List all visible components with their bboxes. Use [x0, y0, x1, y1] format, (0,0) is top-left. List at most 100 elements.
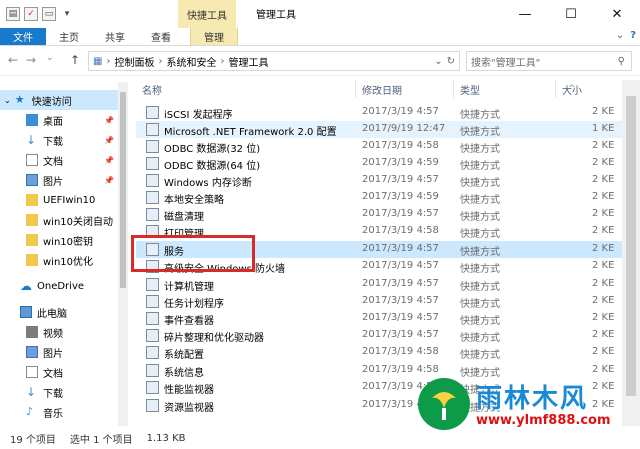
pin-icon[interactable]: 📌 — [104, 156, 114, 165]
tab-manage[interactable]: 管理 — [190, 28, 238, 45]
address-bar[interactable]: ▦ › 控制面板 › 系统和安全 › 管理工具 ⌄ ↻ — [88, 51, 460, 71]
download-icon: ↓ — [26, 385, 37, 399]
minimize-button[interactable]: — — [502, 0, 548, 28]
nav-label: 下载 — [43, 388, 63, 400]
search-input[interactable]: 搜索"管理工具" — [471, 54, 540, 69]
breadcrumb-separator-icon[interactable]: › — [158, 56, 162, 67]
tab-view[interactable]: 查看 — [138, 28, 184, 45]
breadcrumb-admin-tools[interactable]: 管理工具 — [228, 54, 268, 69]
refresh-icon[interactable]: ↻ — [447, 56, 459, 67]
file-size: 2 KE — [592, 260, 615, 271]
nav-item-desktop[interactable]: 桌面 📌 — [0, 110, 128, 130]
nav-item-folder[interactable]: UEFIwin10 — [0, 190, 128, 210]
file-size: 2 KE — [592, 346, 615, 357]
file-row[interactable]: Microsoft .NET Framework 2.0 配置 2017/9/19… — [136, 121, 622, 138]
file-size: 2 KE — [592, 364, 615, 375]
file-row[interactable]: ODBC 数据源(32 位) 2017/3/19 4:58 快捷方式 2 KE — [136, 138, 622, 155]
collapse-arrow-icon[interactable]: ⌄ — [4, 96, 11, 105]
status-bar: 19 个项目 选中 1 个项目 1.13 KB — [0, 428, 640, 449]
nav-label: 此电脑 — [37, 308, 67, 320]
pin-icon[interactable]: 📌 — [104, 116, 114, 125]
nav-item-downloads[interactable]: ↓ 下载 — [0, 382, 128, 402]
file-row[interactable]: iSCSI 发起程序 2017/3/19 4:57 快捷方式 2 KE — [136, 104, 622, 121]
file-name: Windows 内存诊断 — [164, 178, 252, 189]
pin-icon[interactable]: 📌 — [104, 176, 114, 185]
nav-item-folder[interactable]: win10密钥 — [0, 230, 128, 250]
nav-item-documents[interactable]: 文档 — [0, 362, 128, 382]
file-name: 性能监视器 — [164, 385, 214, 396]
file-type: 快捷方式 — [460, 350, 500, 361]
file-row[interactable]: Windows 内存诊断 2017/3/19 4:57 快捷方式 2 KE — [136, 172, 622, 189]
nav-this-pc[interactable]: 此电脑 — [0, 302, 128, 322]
properties-icon[interactable]: ✓ — [24, 7, 38, 21]
back-arrow-icon[interactable]: ← — [8, 53, 18, 67]
close-button[interactable]: ✕ — [594, 0, 640, 28]
breadcrumb-control-panel[interactable]: 控制面板 — [114, 54, 154, 69]
nav-item-documents[interactable]: 文档 📌 — [0, 150, 128, 170]
maximize-button[interactable]: ☐ — [548, 0, 594, 28]
file-row[interactable]: 事件查看器 2017/3/19 4:57 快捷方式 2 KE — [136, 310, 622, 327]
pin-icon[interactable]: 📌 — [104, 136, 114, 145]
nav-item-pictures[interactable]: 图片 📌 — [0, 170, 128, 190]
nav-item-videos[interactable]: 视频 — [0, 322, 128, 342]
file-type: 快捷方式 — [460, 247, 500, 258]
tab-file[interactable]: 文件 — [0, 28, 46, 45]
nav-label: OneDrive — [37, 280, 85, 292]
file-name: 磁盘清理 — [164, 212, 204, 223]
new-folder-icon[interactable]: ▭ — [42, 7, 56, 21]
file-size: 2 KE — [592, 208, 615, 219]
file-row[interactable]: 任务计划程序 2017/3/19 4:57 快捷方式 2 KE — [136, 293, 622, 310]
tab-home[interactable]: 主页 — [46, 28, 92, 45]
file-row[interactable]: 本地安全策略 2017/3/19 4:59 快捷方式 2 KE — [136, 189, 622, 206]
nav-item-folder[interactable]: win10关闭自动 — [0, 210, 128, 230]
help-icon[interactable]: ? — [630, 30, 636, 41]
nav-label: 快速访问 — [31, 96, 72, 108]
search-box[interactable]: 搜索"管理工具" ⚲ — [466, 51, 632, 71]
shortcut-icon — [146, 208, 159, 221]
nav-item-music[interactable]: ♪ 音乐 — [0, 402, 128, 422]
column-type[interactable]: 类型 — [454, 80, 556, 98]
breadcrumb-separator-icon[interactable]: › — [220, 56, 224, 67]
content-scrollbar-thumb[interactable] — [626, 96, 636, 396]
nav-item-folder[interactable]: win10优化 — [0, 250, 128, 270]
file-type: 快捷方式 — [460, 229, 500, 240]
nav-item-pictures[interactable]: 图片 — [0, 342, 128, 362]
forward-arrow-icon[interactable]: → — [26, 53, 36, 67]
expand-ribbon-icon[interactable]: ⌄ — [616, 30, 624, 41]
up-arrow-icon[interactable]: ↑ — [70, 53, 80, 67]
recent-dropdown-icon[interactable]: ⌄ — [46, 53, 54, 63]
tab-share[interactable]: 共享 — [92, 28, 138, 45]
breadcrumb-separator-icon[interactable]: › — [106, 56, 110, 67]
nav-label: win10关闭自动 — [43, 216, 114, 228]
breadcrumb-system-security[interactable]: 系统和安全 — [166, 54, 216, 69]
shortcut-icon — [146, 329, 159, 342]
column-date[interactable]: 修改日期 — [356, 80, 454, 98]
column-size[interactable]: 大小 — [556, 80, 622, 98]
file-row[interactable]: 磁盘清理 2017/3/19 4:57 快捷方式 2 KE — [136, 206, 622, 223]
file-row[interactable]: 碎片整理和优化驱动器 2017/3/19 4:57 快捷方式 2 KE — [136, 327, 622, 344]
file-size: 2 KE — [592, 329, 615, 340]
quick-access-toolbar: ▤ ✓ ▭ ▾ — [6, 5, 74, 23]
nav-scrollbar-thumb[interactable] — [120, 92, 126, 288]
file-size: 2 KE — [592, 191, 615, 202]
file-row[interactable]: 系统信息 2017/3/19 4:58 快捷方式 2 KE — [136, 362, 622, 379]
address-dropdown-icon[interactable]: ⌄ — [434, 56, 442, 67]
shortcut-icon — [146, 106, 159, 119]
file-name: 任务计划程序 — [164, 299, 224, 310]
file-date: 2017/3/19 4:57 — [362, 295, 439, 306]
folder-icon[interactable]: ▤ — [6, 7, 20, 21]
customize-dropdown-icon[interactable]: ▾ — [60, 7, 74, 21]
file-row[interactable]: ODBC 数据源(64 位) 2017/3/19 4:59 快捷方式 2 KE — [136, 155, 622, 172]
nav-label: 下载 — [43, 136, 63, 148]
nav-quick-access[interactable]: ⌄ ★ 快速访问 — [0, 90, 128, 110]
file-date: 2017/3/19 4:58 — [362, 364, 439, 375]
shortcut-icon — [146, 278, 159, 291]
column-name[interactable]: 名称 — [136, 80, 356, 98]
file-type: 快捷方式 — [460, 264, 500, 275]
nav-item-downloads[interactable]: ↓ 下载 📌 — [0, 130, 128, 150]
nav-item-desktop[interactable]: 桌面 — [0, 422, 128, 426]
file-row[interactable]: 计算机管理 2017/3/19 4:57 快捷方式 2 KE — [136, 276, 622, 293]
nav-onedrive[interactable]: ☁ OneDrive — [0, 276, 128, 296]
file-type: 快捷方式 — [460, 161, 500, 172]
file-row[interactable]: 系统配置 2017/3/19 4:58 快捷方式 2 KE — [136, 344, 622, 361]
